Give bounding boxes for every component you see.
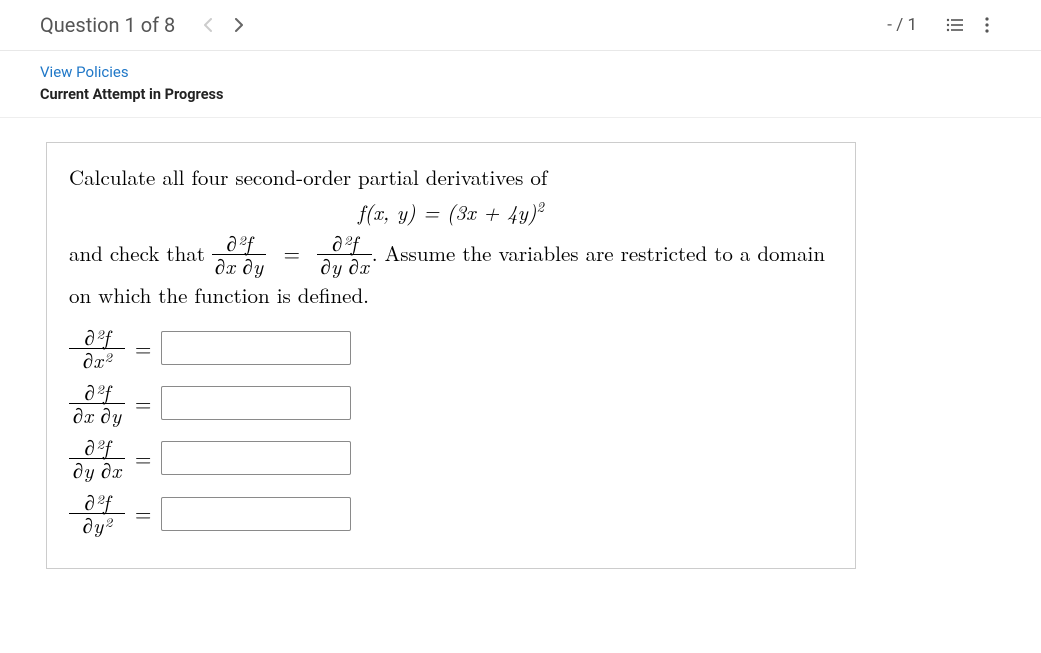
label-d2f-dxdy: ∂²f ∂x ∂y [69,381,125,426]
question-check-line: and check that ∂²f ∂x ∂y = ∂²f ∂y ∂x . A… [69,234,833,312]
answer-row-d2f-dx2: ∂²f ∂x² = [69,326,833,371]
label-d2f-dydx: ∂²f ∂y ∂x [69,436,125,481]
question-list-button[interactable] [941,11,969,39]
attempt-status: Current Attempt in Progress [40,86,1001,113]
mixed-partial-1: ∂²f ∂x ∂y [212,232,266,277]
answer-row-d2f-dxdy: ∂²f ∂x ∂y = [69,381,833,426]
chevron-right-icon [234,18,243,32]
input-d2f-dy2[interactable] [161,497,351,531]
question-body: Calculate all four second-order partial … [46,142,856,569]
question-counter: Question 1 of 8 [40,13,175,37]
view-policies-link[interactable]: View Policies [40,59,1001,86]
question-intro: Calculate all four second-order partial … [69,161,833,194]
answer-section: ∂²f ∂x² = ∂²f ∂x ∂y = ∂²f ∂y ∂x = [69,326,833,536]
chevron-left-icon [204,18,213,32]
answer-row-d2f-dydx: ∂²f ∂y ∂x = [69,436,833,481]
meta-row: View Policies Current Attempt in Progres… [0,51,1041,117]
input-d2f-dx2[interactable] [161,331,351,365]
more-options-button[interactable] [973,11,1001,39]
question-function: f(x, y) = (3x + 4y)2 [69,196,833,229]
label-d2f-dy2: ∂²f ∂y² [69,491,125,536]
label-d2f-dx2: ∂²f ∂x² [69,326,125,371]
next-question-button[interactable] [223,10,253,40]
answer-row-d2f-dy2: ∂²f ∂y² = [69,491,833,536]
score-display: - / 1 [887,15,917,35]
list-icon [946,18,964,32]
mixed-partial-2: ∂²f ∂y ∂x [317,232,371,277]
prev-question-button[interactable] [193,10,223,40]
input-d2f-dydx[interactable] [161,441,351,475]
input-d2f-dxdy[interactable] [161,386,351,420]
kebab-icon [985,17,989,33]
question-header: Question 1 of 8 - / 1 [0,0,1041,51]
